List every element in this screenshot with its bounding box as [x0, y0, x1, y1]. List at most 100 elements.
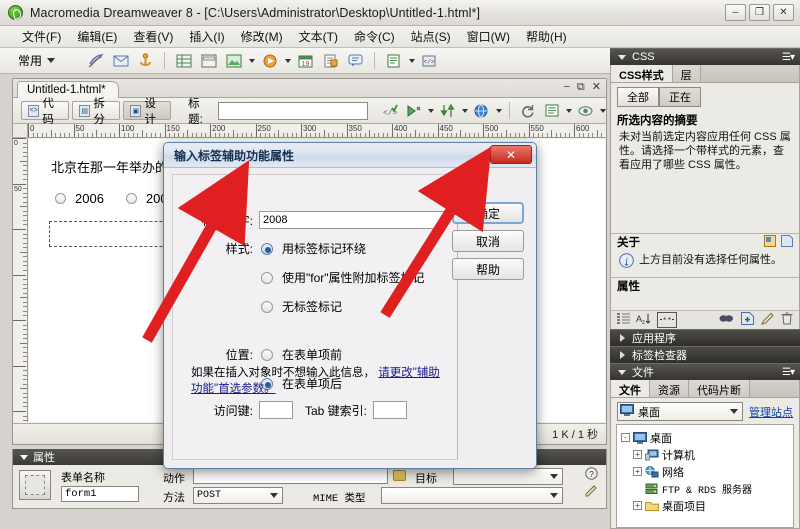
- ruler-corner[interactable]: [13, 124, 28, 138]
- tab-snippets[interactable]: 代码片断: [689, 380, 750, 397]
- manage-sites-link[interactable]: 管理站点: [749, 404, 793, 420]
- menu-item-file[interactable]: 文件(F): [14, 27, 69, 46]
- target-select[interactable]: [453, 468, 563, 485]
- section-applications[interactable]: 应用程序: [610, 329, 800, 346]
- preview-in-browser-icon[interactable]: [471, 101, 492, 121]
- menu-item-edit[interactable]: 编辑(E): [69, 27, 125, 46]
- cancel-button[interactable]: 取消: [452, 230, 524, 252]
- files-panel-header[interactable]: 文件 ☰▾: [610, 363, 800, 380]
- horizontal-ruler[interactable]: 05010015020025030035040045050055060065: [28, 124, 606, 138]
- chevron-down-icon[interactable]: [249, 59, 255, 63]
- view-button-design[interactable]: ▣ 设计: [123, 101, 171, 120]
- vertical-ruler[interactable]: 050: [13, 138, 28, 422]
- browse-folder-icon[interactable]: [393, 470, 406, 481]
- radio-wrap-with-label-tag[interactable]: [261, 243, 273, 255]
- menu-item-modify[interactable]: 修改(M): [233, 27, 291, 46]
- maximize-button[interactable]: ❐: [749, 4, 770, 21]
- show-category-view-icon[interactable]: [764, 235, 776, 250]
- tree-item-ftp-rds[interactable]: FTP & RDS 服务器: [619, 480, 791, 497]
- collapse-toggle-icon[interactable]: -: [621, 433, 630, 442]
- menu-item-site[interactable]: 站点(S): [403, 27, 459, 46]
- insert-image-icon[interactable]: [223, 51, 244, 71]
- radio-no-label-tag[interactable]: [261, 301, 273, 313]
- insert-media-icon[interactable]: [259, 51, 280, 71]
- sort-alphabetically-icon[interactable]: Az: [636, 313, 651, 328]
- insert-category-selector[interactable]: 常用: [18, 52, 55, 69]
- attach-style-sheet-icon[interactable]: [719, 313, 734, 327]
- radio-option-2006[interactable]: 2006: [55, 191, 104, 206]
- doc-close-icon[interactable]: ✕: [592, 82, 601, 92]
- panel-options-icon[interactable]: ☰▾: [782, 367, 794, 378]
- ok-button[interactable]: 确定: [452, 202, 524, 224]
- tabindex-input[interactable]: [373, 401, 407, 419]
- email-link-icon[interactable]: [110, 51, 131, 71]
- validate-markup-icon[interactable]: </>: [379, 101, 400, 121]
- show-category-view-icon[interactable]: [617, 313, 630, 327]
- refresh-icon[interactable]: [517, 101, 538, 121]
- menu-item-window[interactable]: 窗口(W): [459, 27, 518, 46]
- tree-item-desktop[interactable]: - 桌面: [619, 429, 791, 446]
- menu-item-text[interactable]: 文本(T): [291, 27, 346, 46]
- chevron-down-icon[interactable]: [566, 109, 572, 113]
- doc-minimize-icon[interactable]: −: [563, 82, 569, 92]
- expand-toggle-icon[interactable]: +: [633, 450, 642, 459]
- menu-item-insert[interactable]: 插入(I): [181, 27, 232, 46]
- css-panel-header[interactable]: CSS ☰▾: [610, 48, 800, 65]
- file-tree[interactable]: - 桌面 + 计算机 + 网络: [616, 424, 794, 528]
- new-css-rule-icon[interactable]: [741, 312, 754, 328]
- segment-current[interactable]: 正在: [659, 87, 701, 107]
- edit-style-icon[interactable]: [761, 312, 774, 328]
- radio-attach-with-for[interactable]: [261, 272, 273, 284]
- label-text-input[interactable]: [259, 211, 444, 229]
- page-title-input[interactable]: [218, 102, 368, 120]
- help-button[interactable]: 帮助: [452, 258, 524, 280]
- delete-property-icon[interactable]: [781, 312, 793, 328]
- expand-toggle-icon[interactable]: +: [633, 467, 642, 476]
- radio-icon[interactable]: [126, 193, 137, 204]
- doc-restore-icon[interactable]: ⧉: [577, 82, 585, 92]
- radio-before-form-item[interactable]: [261, 349, 273, 361]
- form-name-input[interactable]: [61, 486, 139, 502]
- view-button-split[interactable]: ▤ 拆分: [72, 101, 120, 120]
- tab-css-styles[interactable]: CSS样式: [611, 65, 673, 82]
- chevron-down-icon[interactable]: [409, 59, 415, 63]
- segment-all[interactable]: 全部: [617, 87, 659, 107]
- tab-files[interactable]: 文件: [611, 380, 650, 397]
- radio-icon[interactable]: [55, 193, 66, 204]
- menu-item-help[interactable]: 帮助(H): [518, 27, 575, 46]
- show-list-view-icon[interactable]: [781, 235, 793, 250]
- server-side-include-icon[interactable]: [320, 51, 341, 71]
- view-button-code[interactable]: <> 代码: [21, 101, 69, 120]
- chevron-down-icon[interactable]: [496, 109, 502, 113]
- get-put-files-icon[interactable]: [437, 101, 458, 121]
- tree-item-network[interactable]: + 网络: [619, 463, 791, 480]
- view-options-icon[interactable]: [541, 101, 562, 121]
- minimize-button[interactable]: –: [725, 4, 746, 21]
- panel-options-icon[interactable]: ☰▾: [782, 52, 794, 63]
- visual-aids-icon[interactable]: [575, 101, 596, 121]
- quick-tag-editor-icon[interactable]: [585, 485, 598, 501]
- table-icon[interactable]: [173, 51, 194, 71]
- close-button[interactable]: ✕: [773, 4, 794, 21]
- method-select[interactable]: POST: [193, 487, 283, 504]
- file-management-icon[interactable]: [403, 101, 424, 121]
- menu-item-commands[interactable]: 命令(C): [346, 27, 403, 46]
- chevron-down-icon[interactable]: [600, 109, 606, 113]
- menu-item-view[interactable]: 查看(V): [125, 27, 181, 46]
- insert-div-icon[interactable]: [198, 51, 219, 71]
- accesskey-input[interactable]: [259, 401, 293, 419]
- insert-date-icon[interactable]: 19: [295, 51, 316, 71]
- chevron-down-icon[interactable]: [285, 59, 291, 63]
- chevron-down-icon[interactable]: [428, 109, 434, 113]
- named-anchor-icon[interactable]: [135, 51, 156, 71]
- script-icon[interactable]: </>: [419, 51, 440, 71]
- help-icon[interactable]: ?: [585, 467, 598, 483]
- action-input[interactable]: [193, 468, 388, 484]
- tree-item-desktop-items[interactable]: + 桌面项目: [619, 497, 791, 514]
- dialog-close-button[interactable]: ✕: [490, 145, 532, 164]
- show-set-properties-icon[interactable]: **: [657, 312, 677, 328]
- site-select[interactable]: 桌面: [617, 402, 743, 421]
- section-tag-inspector[interactable]: 标签检查器: [610, 346, 800, 363]
- comment-icon[interactable]: [345, 51, 366, 71]
- chevron-down-icon[interactable]: [462, 109, 468, 113]
